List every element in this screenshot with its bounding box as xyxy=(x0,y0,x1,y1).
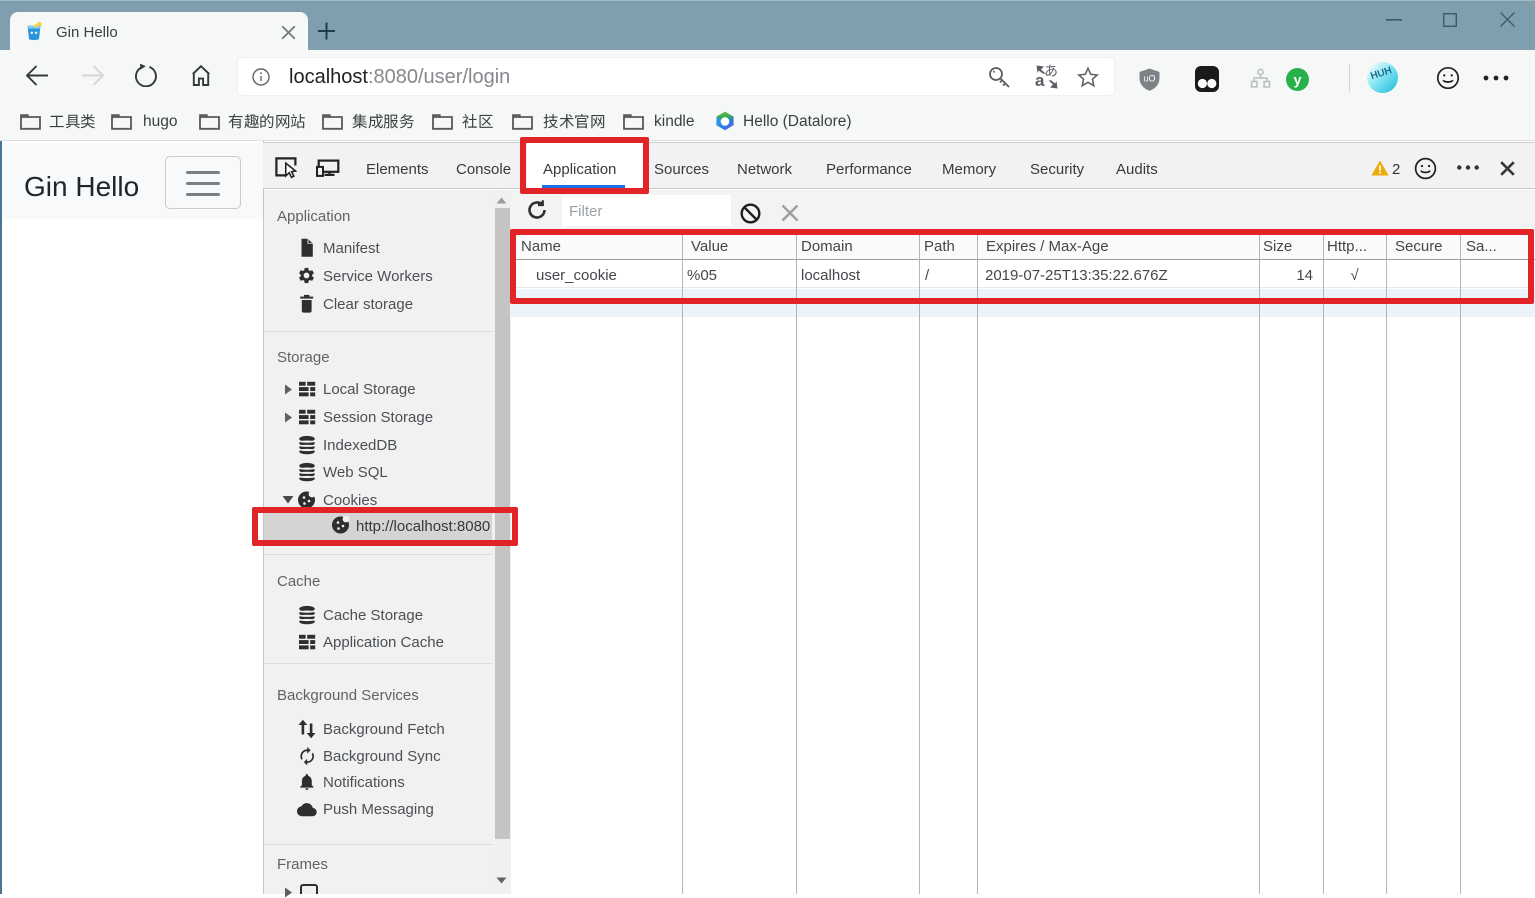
svg-text:y: y xyxy=(1294,72,1302,88)
svg-text:uO: uO xyxy=(1143,74,1155,84)
